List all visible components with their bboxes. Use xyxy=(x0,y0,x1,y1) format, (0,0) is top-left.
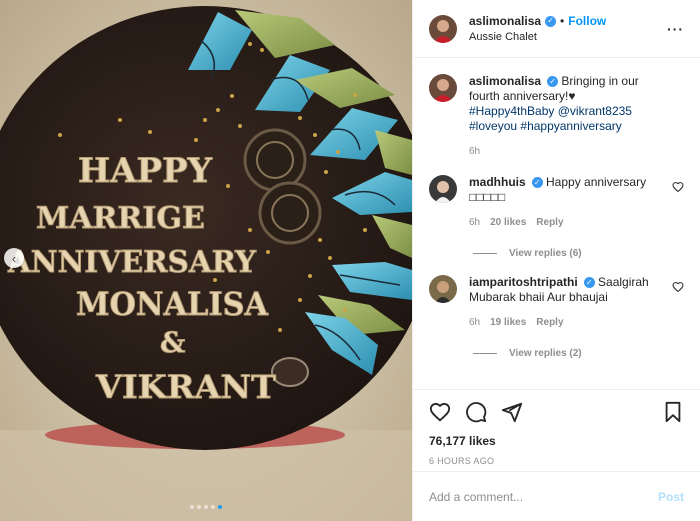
share-icon[interactable] xyxy=(501,401,523,423)
reply-button[interactable]: Reply xyxy=(536,315,563,330)
cake-line-4: MONALISA xyxy=(76,285,269,323)
chevron-left-icon: ‹ xyxy=(11,250,17,266)
comment-item: madhhuis ✓ Happy anniversary □□□□□ 6h 20 … xyxy=(429,175,684,230)
comment-age[interactable]: 6h xyxy=(469,215,480,230)
heart-icon[interactable] xyxy=(672,281,684,293)
divider xyxy=(473,253,497,254)
comment-item: iamparitoshtripathi ✓ Saalgirah Mubarak b… xyxy=(429,275,684,330)
comments-list: aslimonalisa ✓ Bringing in our fourth ann… xyxy=(413,58,700,388)
hashtag-link[interactable]: #Happy4thBaby xyxy=(469,104,554,118)
carousel-indicator xyxy=(0,505,412,509)
heart-icon[interactable] xyxy=(429,401,451,423)
view-replies-button[interactable]: View replies (6) xyxy=(473,248,684,259)
avatar[interactable] xyxy=(429,14,457,43)
post-actions: 76,177 likes 6 HOURS AGO xyxy=(413,389,700,466)
post-author-username[interactable]: aslimonalisa xyxy=(469,14,541,28)
bookmark-icon[interactable] xyxy=(662,401,684,423)
post-header: aslimonalisa ✓ • Follow Aussie Chalet ··… xyxy=(413,0,700,58)
avatar[interactable] xyxy=(429,175,457,203)
carousel-dot xyxy=(211,505,215,509)
post-timestamp[interactable]: 6 HOURS AGO xyxy=(429,456,684,466)
hashtag-link[interactable]: #loveyou xyxy=(469,119,517,133)
hashtag-link[interactable]: #happyanniversary xyxy=(520,119,621,133)
comment-likes[interactable]: 19 likes xyxy=(490,315,526,330)
follow-button[interactable]: Follow xyxy=(568,14,606,28)
caption-age[interactable]: 6h xyxy=(469,144,480,159)
add-comment-bar: Post xyxy=(413,471,700,521)
cake-photo: HAPPY MARRIGE ANNIVERSARY MONALISA & VIK… xyxy=(0,0,412,521)
comment-text: Happy anniversary xyxy=(546,175,647,189)
cake-line-3: ANNIVERSARY xyxy=(7,245,257,280)
separator-dot: • xyxy=(560,14,565,28)
view-replies-button[interactable]: View replies (2) xyxy=(473,348,684,359)
mention-link[interactable]: @vikrant8235 xyxy=(558,104,632,118)
comment-emoji: □□□□□ xyxy=(469,190,506,204)
post-image[interactable]: HAPPY MARRIGE ANNIVERSARY MONALISA & VIK… xyxy=(0,0,412,521)
view-replies-label[interactable]: View replies (2) xyxy=(509,348,582,359)
comment-likes[interactable]: 20 likes xyxy=(490,215,526,230)
cake-line-2: MARRIGE xyxy=(36,201,205,236)
divider xyxy=(473,353,497,354)
comment-age[interactable]: 6h xyxy=(469,315,480,330)
carousel-dot-active xyxy=(218,505,222,509)
avatar[interactable] xyxy=(429,74,457,102)
more-icon[interactable]: ··· xyxy=(667,21,684,37)
post-comment-button[interactable]: Post xyxy=(658,490,684,504)
verified-icon: ✓ xyxy=(547,76,559,88)
carousel-dot xyxy=(204,505,208,509)
comment-icon[interactable] xyxy=(465,401,487,423)
comment-username[interactable]: madhhuis xyxy=(469,175,526,189)
carousel-dot xyxy=(197,505,201,509)
cake-line-1: HAPPY xyxy=(78,151,213,191)
reply-button[interactable]: Reply xyxy=(536,215,563,230)
likes-count[interactable]: 76,177 likes xyxy=(429,434,684,448)
cake-line-5: & xyxy=(160,326,185,359)
avatar[interactable] xyxy=(429,275,457,303)
view-replies-label[interactable]: View replies (6) xyxy=(509,248,582,259)
comment-username[interactable]: iamparitoshtripathi xyxy=(469,275,578,289)
verified-icon: ✓ xyxy=(531,177,543,189)
cake-line-6: VIKRANT xyxy=(95,368,276,406)
caption: aslimonalisa ✓ Bringing in our fourth ann… xyxy=(429,74,684,159)
post-location[interactable]: Aussie Chalet xyxy=(469,31,606,43)
verified-icon: ✓ xyxy=(545,15,557,27)
comment-input[interactable] xyxy=(429,489,658,504)
carousel-dot xyxy=(190,505,194,509)
caption-username[interactable]: aslimonalisa xyxy=(469,74,541,88)
post-sidebar: aslimonalisa ✓ • Follow Aussie Chalet ··… xyxy=(412,0,700,521)
carousel-prev-button[interactable]: ‹ xyxy=(4,248,24,268)
verified-icon: ✓ xyxy=(583,277,595,289)
heart-icon[interactable] xyxy=(672,181,684,193)
